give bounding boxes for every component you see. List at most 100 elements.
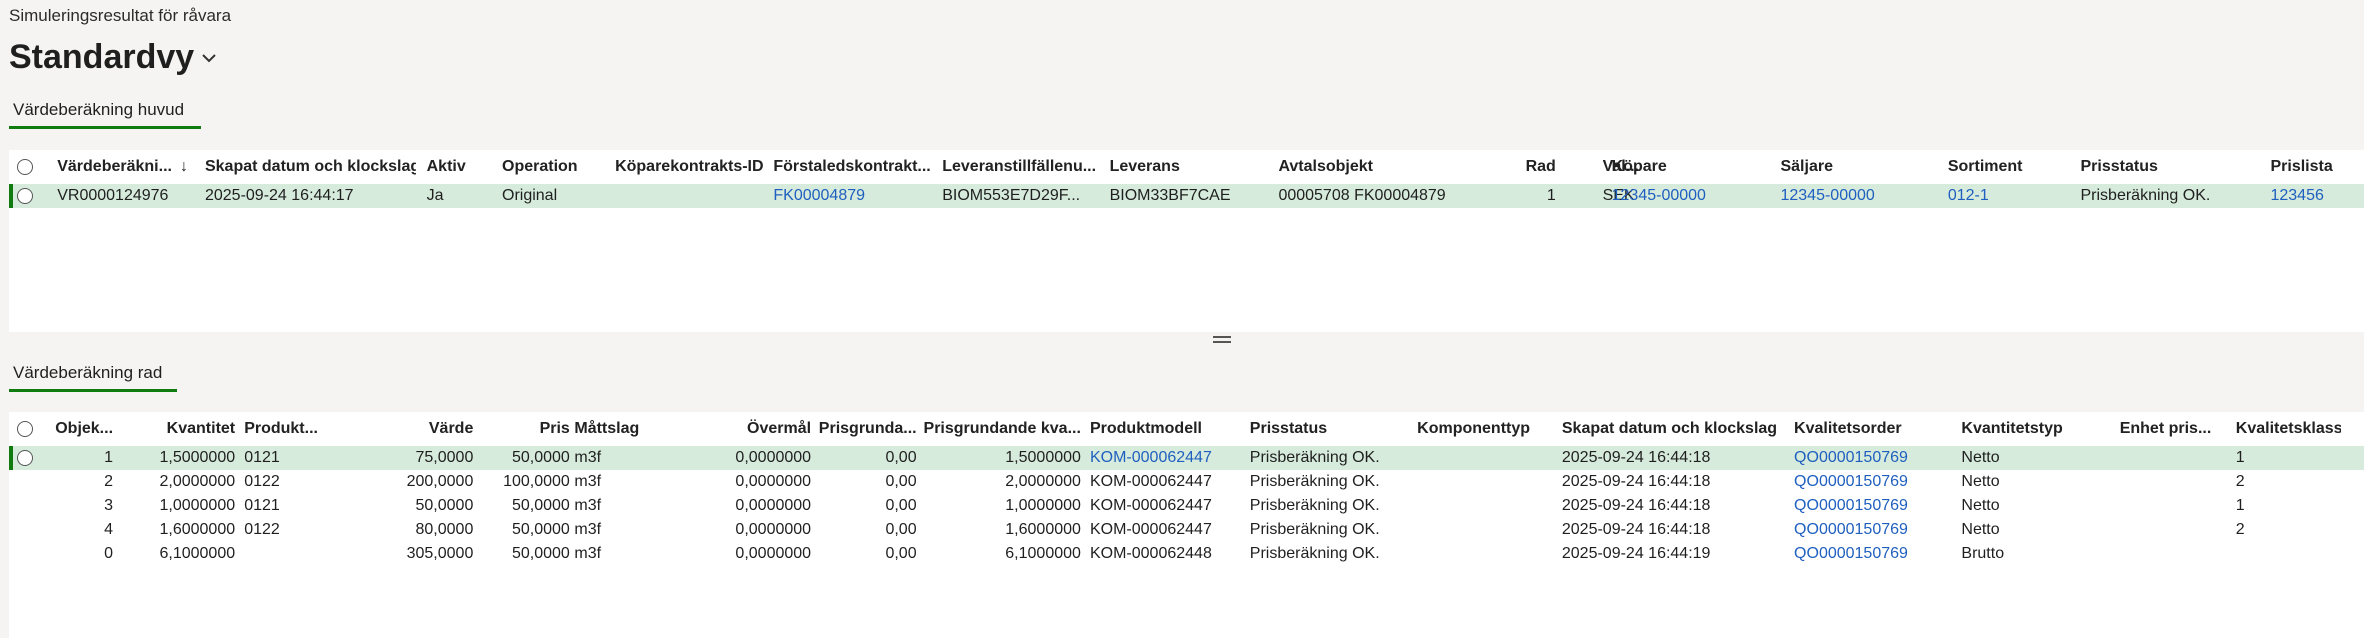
- table-cell[interactable]: KOM-000062447: [1090, 446, 1241, 470]
- column-label: Köpare: [1611, 158, 1667, 175]
- column-label: Säljare: [1780, 158, 1833, 175]
- table-cell: 0,0000000: [735, 473, 812, 490]
- table-cell: 0121: [244, 449, 280, 466]
- tab-header[interactable]: Värdeberäkning huvud: [9, 100, 201, 129]
- table-cell[interactable]: 12345-00000: [1780, 184, 1943, 208]
- breadcrumb: Simuleringsresultat för råvara: [9, 6, 232, 25]
- header-grid-col-header[interactable]: Aktiv: [427, 150, 495, 184]
- column-label: Enhet pris...: [2119, 420, 2212, 437]
- column-label: Köparekontrakts-ID: [615, 158, 764, 175]
- line-grid-col-header[interactable]: Prisstatus: [1250, 412, 1413, 446]
- arrow-down-icon: ↓: [179, 158, 188, 175]
- line-grid-col-header[interactable]: Pris: [476, 412, 570, 446]
- line-grid-col-header[interactable]: Kvalitetsorder: [1794, 412, 1957, 446]
- table-row[interactable]: 3 1,0000000 0121 50,0000 50,0000 m3f 0,0000000…: [9, 494, 2364, 518]
- line-grid-col-header[interactable]: Skapat datum och klockslag: [1562, 412, 1788, 446]
- splitter-handle[interactable]: [1213, 333, 1231, 346]
- table-cell: 00005708 FK00004879: [1278, 187, 1446, 204]
- header-grid-col-header[interactable]: Köpare: [1612, 150, 1775, 184]
- table-cell: Original: [502, 187, 558, 204]
- line-grid-col-header[interactable]: Enhet pris...: [2120, 412, 2229, 446]
- table-cell: BIOM553E7D29F...: [942, 187, 1081, 204]
- table-cell: [2236, 542, 2342, 566]
- table-cell: [2120, 494, 2229, 518]
- column-label: Måttslag: [574, 420, 640, 437]
- table-cell: 0,0000000: [735, 521, 812, 538]
- table-cell: KOM-000062447: [1089, 473, 1212, 490]
- column-label: Prisgrunda...: [818, 420, 917, 437]
- table-cell[interactable]: FK00004879: [773, 184, 936, 208]
- line-grid-col-header[interactable]: Prisgrunda...: [816, 412, 917, 446]
- column-label: Leveranstillfällenu...: [942, 158, 1097, 175]
- line-grid-col-header[interactable]: Komponenttyp: [1417, 412, 1553, 446]
- header-grid-col-header[interactable]: Operation: [502, 150, 608, 184]
- table-cell: 0122: [244, 521, 280, 538]
- row-select-radio[interactable]: [16, 446, 44, 470]
- header-grid-col-header[interactable]: Förstaledskontrakt...: [773, 150, 936, 184]
- table-cell: 6,1000000: [1005, 545, 1081, 562]
- table-cell[interactable]: 12345-00000: [1612, 184, 1775, 208]
- line-grid-col-header[interactable]: Prisgrundande kva...: [921, 412, 1081, 446]
- table-cell: Prisberäkning OK.: [1249, 449, 1380, 466]
- header-grid-col-header[interactable]: Prislista: [2270, 150, 2360, 184]
- table-cell: 2025-09-24 16:44:18: [1561, 521, 1711, 538]
- table-cell[interactable]: QO0000150769: [1794, 470, 1957, 494]
- header-grid-col-header[interactable]: Leverans: [1110, 150, 1273, 184]
- line-grid-col-header[interactable]: Värde: [338, 412, 473, 446]
- view-selector[interactable]: Standardvy: [9, 38, 218, 77]
- table-row[interactable]: 2 2,0000000 0122 200,0000 100,0000 m3f 0,00000…: [9, 470, 2364, 494]
- table-cell: 1: [1546, 187, 1556, 204]
- line-grid-col-header[interactable]: Övermål: [687, 412, 811, 446]
- table-cell: [615, 184, 769, 208]
- line-grid-col-header[interactable]: Kvalitetsklass: [2236, 412, 2342, 446]
- line-grid-col-header[interactable]: Kvantitet: [92, 412, 235, 446]
- tab-lines[interactable]: Värdeberäkning rad: [9, 363, 177, 392]
- table-row[interactable]: VR0000124976 2025-09-24 16:44:17 Ja Origina…: [9, 184, 2364, 208]
- header-grid-col-header[interactable]: Leveranstillfällenu...: [942, 150, 1105, 184]
- line-grid-col-header[interactable]: Produktmodell: [1090, 412, 1241, 446]
- table-row[interactable]: 0 6,1000000 305,0000 50,0000 m3f 0,0000000 0,0…: [9, 542, 2364, 566]
- table-cell: 2,0000000: [159, 473, 236, 490]
- table-cell: 2,0000000: [1005, 473, 1081, 490]
- table-cell: 2: [2235, 473, 2245, 490]
- table-cell: 50,0000: [511, 521, 570, 538]
- table-cell[interactable]: QO0000150769: [1794, 518, 1957, 542]
- select-all-checkbox[interactable]: [16, 412, 44, 446]
- header-grid-header: Värdeberäkni... ↓ Skapat datum och klocksl…: [9, 150, 2364, 185]
- column-label: Kvantitetstyp: [1961, 420, 2063, 437]
- table-cell: 50,0000: [511, 449, 570, 466]
- table-cell: [2120, 470, 2229, 494]
- line-grid-col-header[interactable]: Produkt...: [244, 412, 334, 446]
- table-cell[interactable]: QO0000150769: [1794, 446, 1957, 470]
- table-cell: 1,5000000: [159, 449, 236, 466]
- header-grid: Värdeberäkni... ↓ Skapat datum och klocksl…: [9, 150, 2364, 332]
- table-cell: [1417, 446, 1553, 470]
- table-cell: [244, 542, 334, 566]
- header-grid-col-header[interactable]: Värdeberäkni... ↓: [57, 150, 200, 184]
- table-cell: 305,0000: [406, 545, 474, 562]
- table-cell: 100,0000: [503, 473, 570, 490]
- line-grid-col-header[interactable]: Kvantitetstyp: [1961, 412, 2112, 446]
- table-cell[interactable]: QO0000150769: [1794, 494, 1957, 518]
- header-grid-col-header[interactable]: Avtalsobjekt: [1278, 150, 1504, 184]
- header-grid-col-header[interactable]: Skapat datum och klockslag: [205, 150, 416, 184]
- column-label: Avtalsobjekt: [1278, 158, 1373, 175]
- table-cell[interactable]: QO0000150769: [1794, 542, 1957, 566]
- table-cell: 2025-09-24 16:44:19: [1561, 545, 1711, 562]
- header-grid-col-header[interactable]: Rad: [1520, 150, 1556, 184]
- header-grid-col-header[interactable]: Sortiment: [1948, 150, 2069, 184]
- table-cell[interactable]: 123456: [2270, 184, 2360, 208]
- column-label: Produktmodell: [1089, 420, 1202, 437]
- table-cell[interactable]: 012-1: [1948, 184, 2069, 208]
- row-select-radio[interactable]: [16, 184, 44, 208]
- table-cell: 2: [2235, 521, 2245, 538]
- table-row[interactable]: 4 1,6000000 0122 80,0000 50,0000 m3f 0,0000000…: [9, 518, 2364, 542]
- line-grid-col-header[interactable]: Måttslag: [574, 412, 664, 446]
- table-row[interactable]: 1 1,5000000 0121 75,0000 50,0000 m3f 0,0000000…: [9, 446, 2364, 470]
- header-grid-col-header[interactable]: Prisstatus: [2081, 150, 2262, 184]
- header-grid-col-header[interactable]: Köparekontrakts-ID: [615, 150, 769, 184]
- select-all-checkbox[interactable]: [16, 150, 44, 184]
- header-grid-col-header[interactable]: Säljare: [1780, 150, 1943, 184]
- table-cell: 0,0000000: [735, 497, 812, 514]
- table-cell: 1: [2235, 497, 2245, 514]
